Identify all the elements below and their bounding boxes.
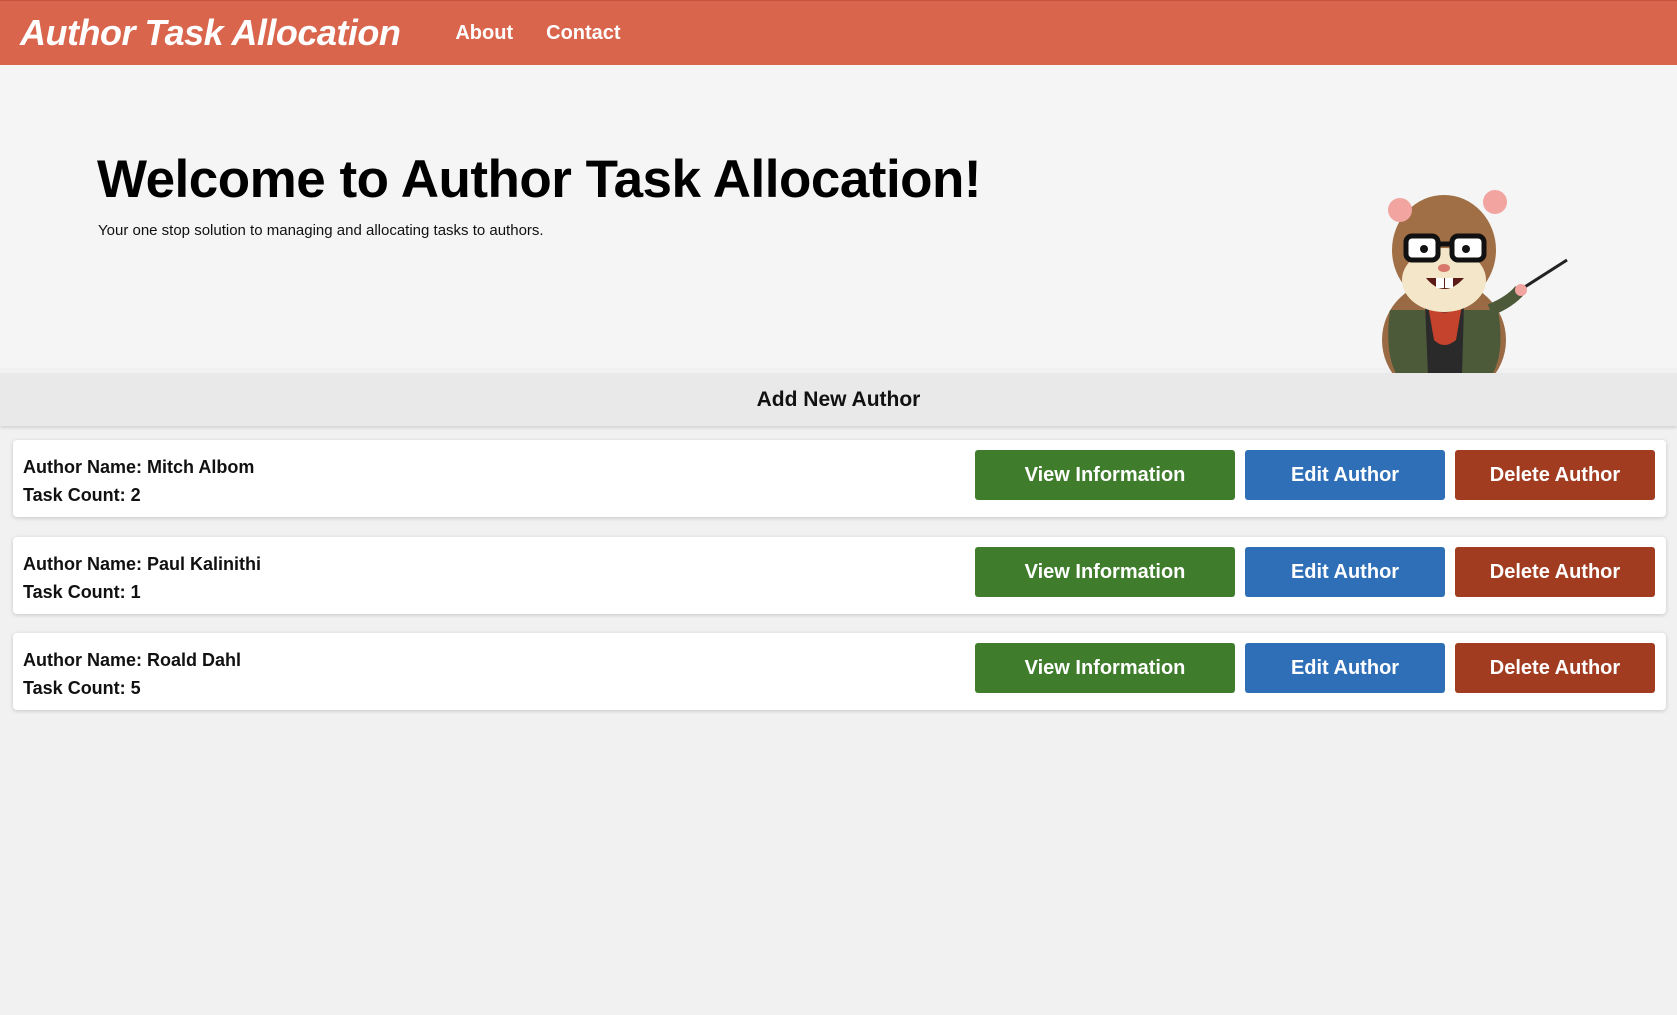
hero-subtitle: Your one stop solution to managing and a…: [98, 222, 544, 239]
edit-author-button[interactable]: Edit Author: [1245, 450, 1445, 500]
hero-section: Welcome to Author Task Allocation! Your …: [0, 65, 1677, 404]
author-card: Author Name: Roald Dahl Task Count: 5 Vi…: [13, 633, 1666, 710]
author-task-count: Task Count: 2: [23, 485, 141, 505]
author-name: Author Name: Paul Kalinithi: [23, 554, 262, 574]
view-information-button[interactable]: View Information: [975, 643, 1235, 693]
delete-author-button[interactable]: Delete Author: [1455, 450, 1655, 500]
edit-author-button[interactable]: Edit Author: [1245, 643, 1445, 693]
add-new-author-label: Add New Author: [756, 387, 921, 411]
hamster-mascot-image: [1382, 190, 1568, 404]
author-name: Author Name: Mitch Albom: [23, 457, 255, 477]
author-info: Author Name: Mitch Albom Task Count: 2: [23, 453, 254, 509]
author-task-count: Task Count: 5: [23, 678, 141, 698]
add-new-author-button[interactable]: Add New Author: [0, 373, 1677, 426]
delete-author-button[interactable]: Delete Author: [1455, 547, 1655, 597]
author-info: Author Name: Roald Dahl Task Count: 5: [23, 646, 241, 702]
author-card: Author Name: Paul Kalinithi Task Count: …: [13, 537, 1666, 614]
author-task-count: Task Count: 1: [23, 582, 141, 602]
top-navbar: Author Task Allocation About Contact: [0, 0, 1677, 65]
view-information-button[interactable]: View Information: [975, 547, 1235, 597]
delete-author-button[interactable]: Delete Author: [1455, 643, 1655, 693]
edit-author-button[interactable]: Edit Author: [1245, 547, 1445, 597]
view-information-button[interactable]: View Information: [975, 450, 1235, 500]
nav-link-about[interactable]: About: [455, 22, 513, 45]
brand-link[interactable]: Author Task Allocation: [20, 12, 401, 54]
author-info: Author Name: Paul Kalinithi Task Count: …: [23, 550, 261, 606]
author-name: Author Name: Roald Dahl: [23, 650, 242, 670]
author-card: Author Name: Mitch Albom Task Count: 2 V…: [13, 440, 1666, 517]
nav-link-contact[interactable]: Contact: [546, 22, 620, 45]
hero-title: Welcome to Author Task Allocation!: [97, 150, 982, 209]
